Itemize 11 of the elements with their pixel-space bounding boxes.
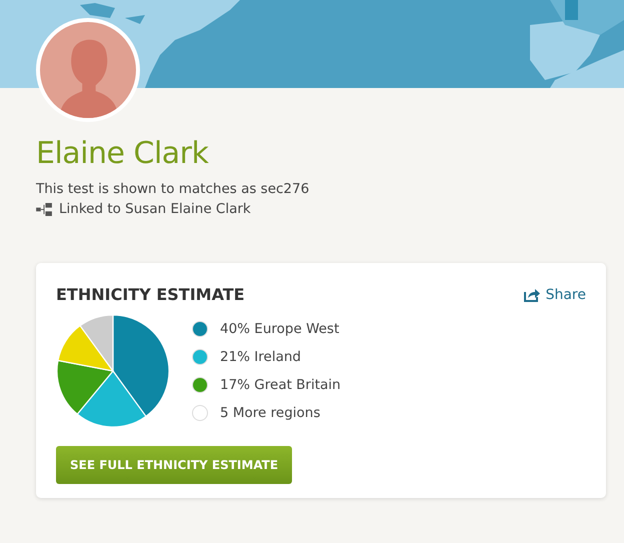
legend-label: 17% Great Britain (220, 377, 341, 393)
legend-label: 5 More regions (220, 405, 320, 421)
linked-text: Linked to Susan Elaine Clark (59, 201, 251, 217)
legend-label: 21% Ireland (220, 349, 301, 365)
share-link[interactable]: Share (524, 286, 586, 302)
match-info-text: This test is shown to matches as sec276 (36, 181, 310, 197)
legend-label: 40% Europe West (220, 321, 340, 337)
tree-link-icon (36, 202, 53, 216)
card-title: ETHNICITY ESTIMATE (56, 285, 245, 304)
share-icon (524, 288, 540, 302)
profile-name: Elaine Clark (36, 136, 210, 171)
